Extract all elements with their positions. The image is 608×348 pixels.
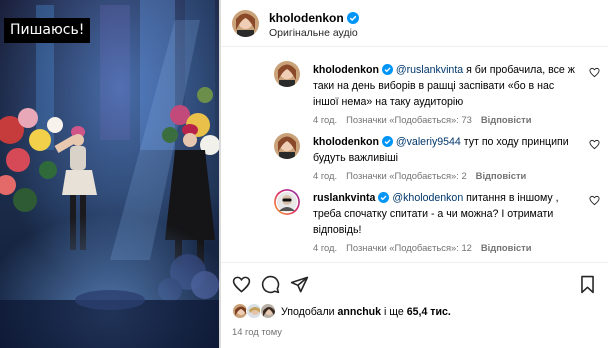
heart-icon[interactable] — [589, 139, 600, 150]
reply-button[interactable]: Відповісти — [476, 170, 527, 181]
comment-likes[interactable]: Позначки «Подобається»: 73 — [346, 114, 472, 125]
likes-summary: Уподобали annchuk і ще 65,4 тис. — [221, 301, 608, 321]
comment-username[interactable]: kholodenkon — [313, 136, 379, 148]
comment-text: kholodenkon @ruslankvinta я би пробачила… — [313, 62, 575, 110]
likes-middle: і ще — [381, 306, 407, 318]
share-icon[interactable] — [290, 275, 309, 294]
comment-meta: 4 год. Позначки «Подобається»: 12 Відповіс… — [313, 242, 541, 253]
verified-badge-icon — [378, 192, 390, 203]
comment-mention[interactable]: @kholodenkon — [392, 192, 463, 204]
comment-avatar[interactable] — [274, 133, 300, 159]
heart-icon[interactable] — [589, 67, 600, 78]
verified-badge-icon — [381, 64, 393, 75]
comment-mention[interactable]: @valeriy9544 — [396, 136, 461, 148]
comment-time: 4 год. — [313, 114, 338, 125]
author-username-text[interactable]: kholodenkon — [269, 11, 344, 25]
comment-likes[interactable]: Позначки «Подобається»: 12 — [346, 242, 472, 253]
stage-photo — [0, 0, 219, 348]
comment-avatar[interactable] — [274, 61, 300, 87]
comment-username[interactable]: ruslankvinta — [313, 192, 375, 204]
comment-time: 4 год. — [313, 242, 338, 253]
author-username[interactable]: kholodenkon — [269, 11, 359, 25]
comment-text: kholodenkon @valeriy9544 тут по ходу при… — [313, 134, 575, 166]
bookmark-icon[interactable] — [578, 275, 597, 294]
verified-badge-icon — [381, 136, 393, 147]
comment-username[interactable]: kholodenkon — [313, 64, 379, 76]
reply-button[interactable]: Відповісти — [481, 242, 532, 253]
like-heart-icon[interactable] — [232, 275, 251, 294]
video-caption: Пишаюсь! — [4, 18, 91, 43]
author-avatar[interactable] — [232, 10, 259, 37]
verified-badge-icon — [346, 12, 359, 24]
post-header: kholodenkon Оригінальне аудіо — [221, 0, 608, 47]
comment-meta: 4 год. Позначки «Подобається»: 73 Відповіс… — [313, 114, 541, 125]
liker-username[interactable]: annchuk — [337, 306, 381, 318]
comment-icon[interactable] — [261, 275, 280, 294]
comments-panel: kholodenkon Оригінальне аудіо kholodenko… — [221, 0, 608, 348]
liker-avatar[interactable] — [260, 303, 276, 319]
comment-meta: 4 год. Позначки «Подобається»: 2 Відповіст… — [313, 170, 535, 181]
comment-likes[interactable]: Позначки «Подобається»: 2 — [346, 170, 467, 181]
reply-button[interactable]: Відповісти — [481, 114, 532, 125]
post-media[interactable]: Пишаюсь! — [0, 0, 219, 348]
heart-icon[interactable] — [589, 195, 600, 206]
likes-count[interactable]: 65,4 тис. — [407, 306, 451, 318]
comment-avatar[interactable] — [274, 189, 300, 215]
comment-mention[interactable]: @ruslankvinta — [396, 64, 463, 76]
post-timestamp[interactable]: 14 год тому — [232, 326, 282, 337]
comment-time: 4 год. — [313, 170, 338, 181]
likes-prefix: Уподобали — [281, 306, 338, 318]
post-actions — [221, 262, 608, 302]
original-audio-link[interactable]: Оригінальне аудіо — [269, 27, 358, 39]
comment-text: ruslankvinta @kholodenkon питання в іншо… — [313, 190, 575, 238]
likes-text: Уподобали annchuk і ще 65,4 тис. — [281, 306, 451, 318]
header-divider — [221, 46, 608, 47]
